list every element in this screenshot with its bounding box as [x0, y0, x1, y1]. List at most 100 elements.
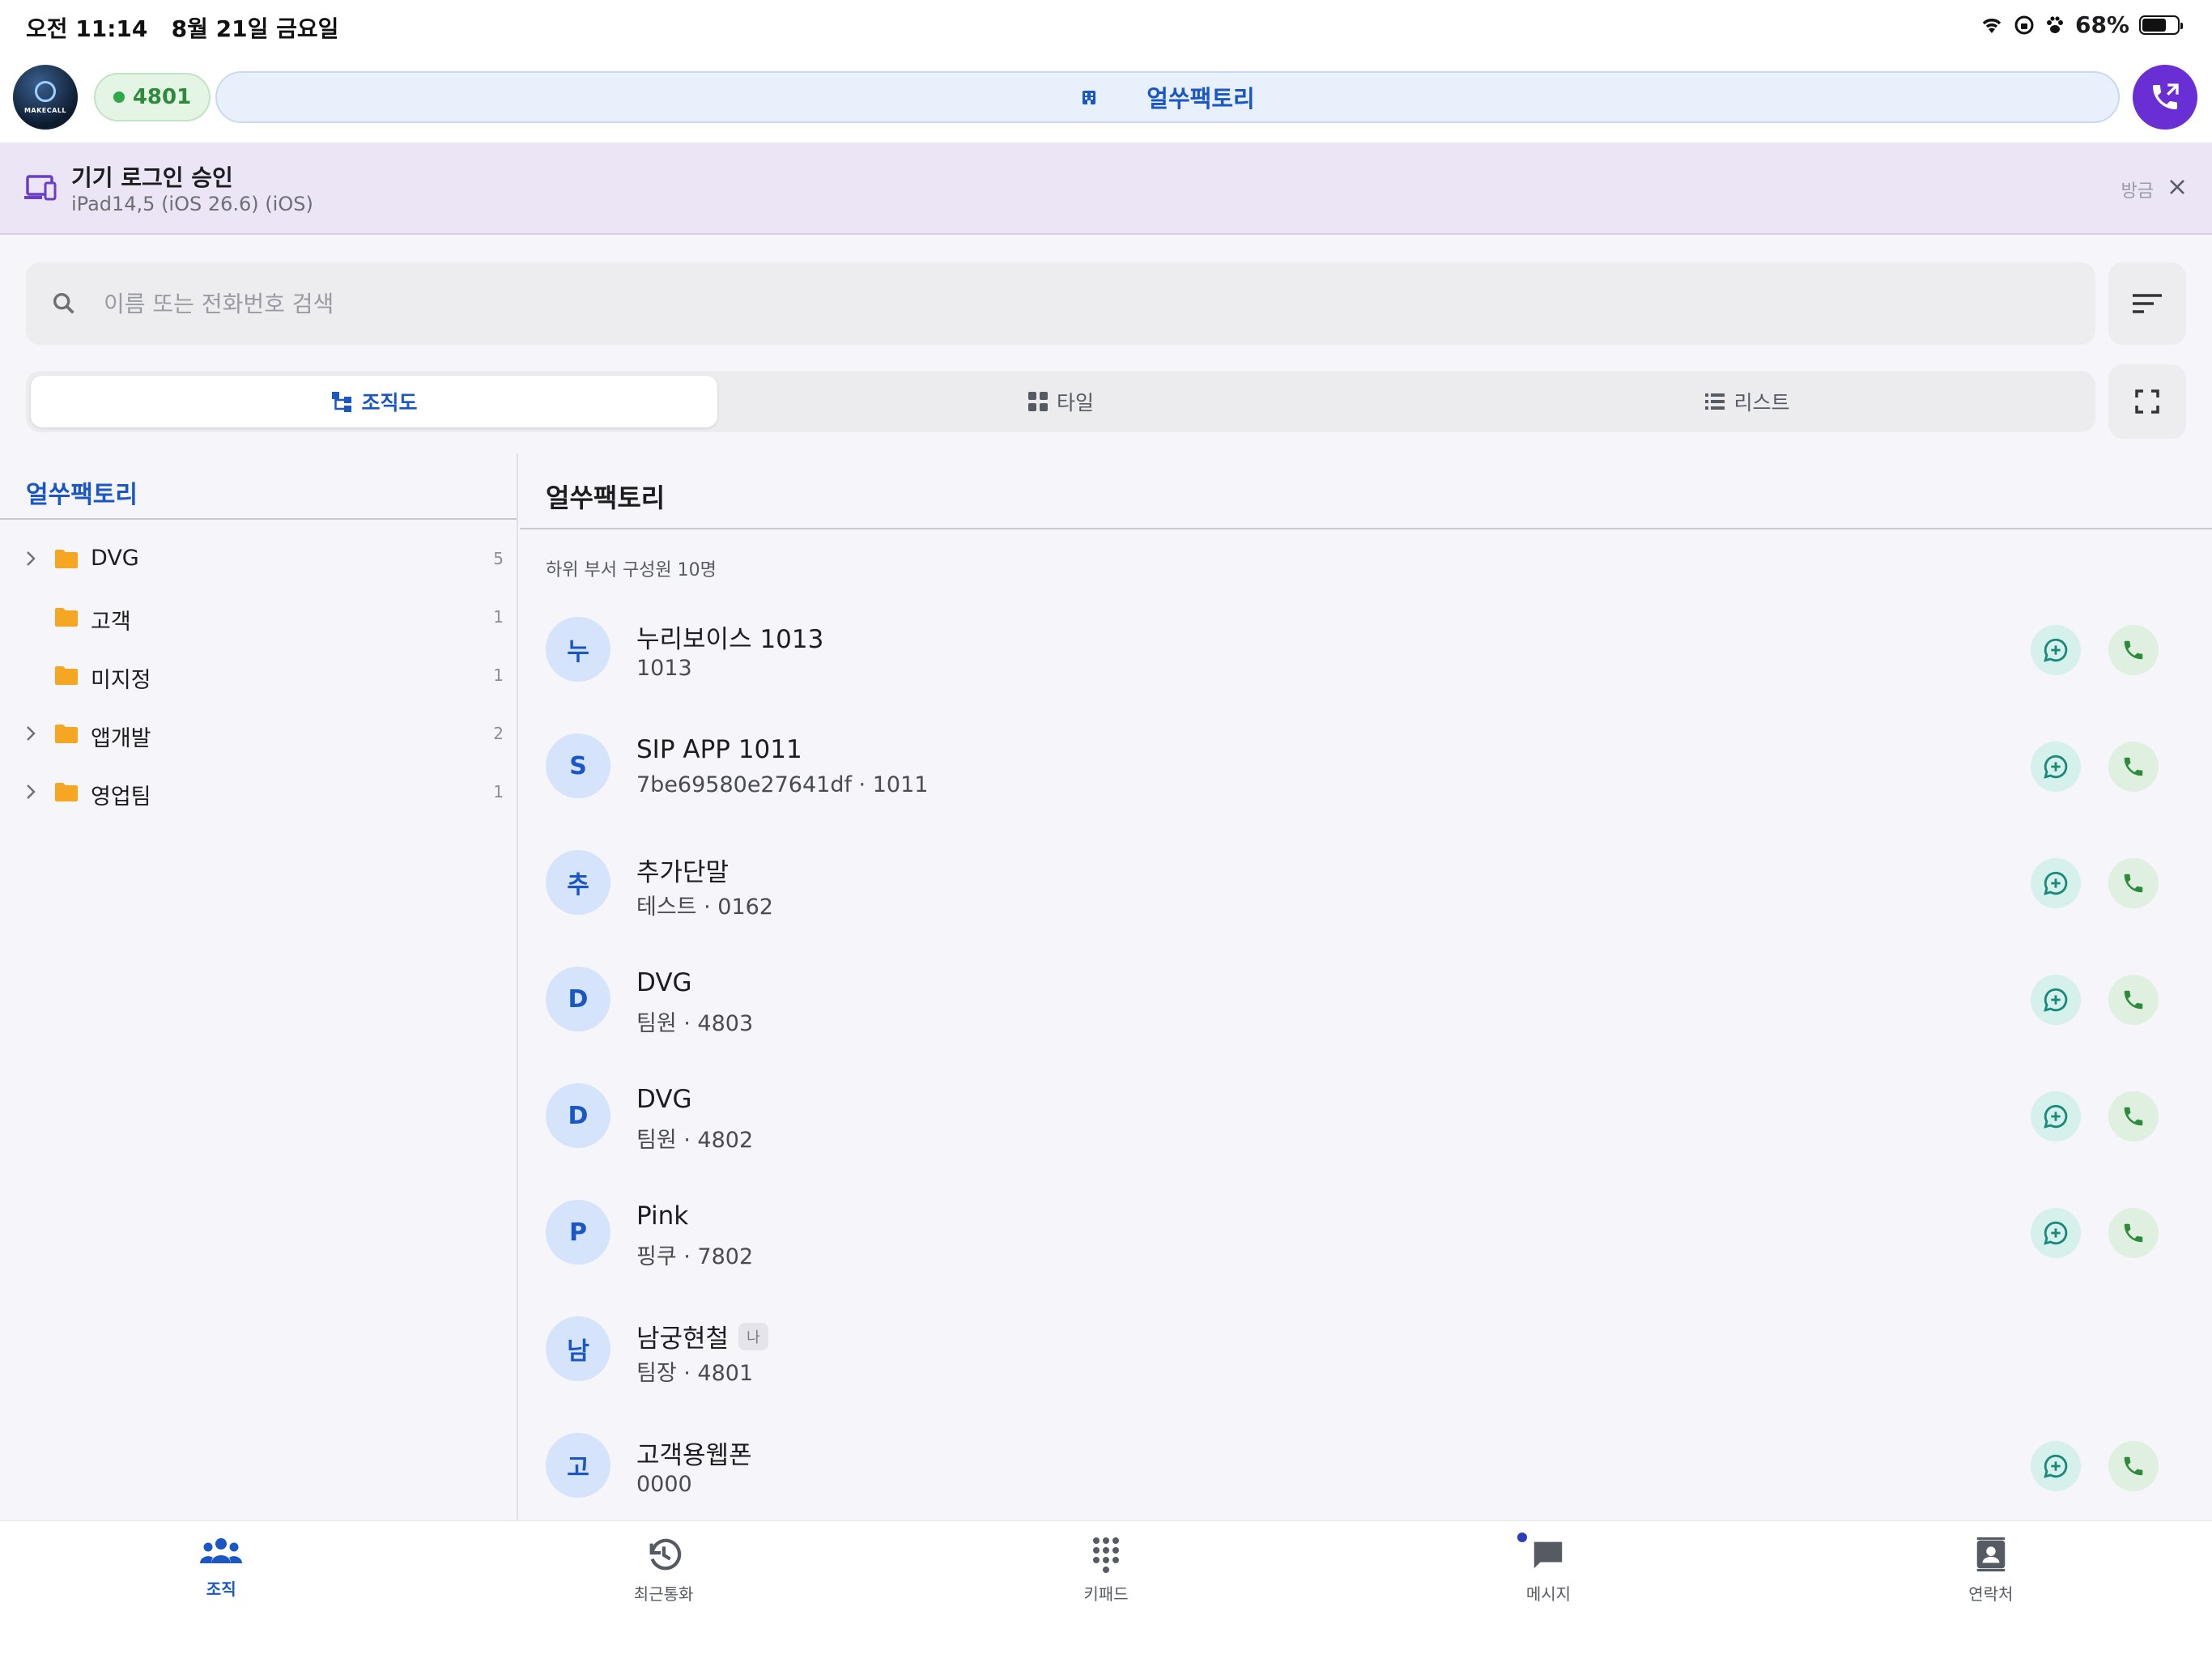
call-button[interactable]: [2108, 1208, 2159, 1258]
nav-organization[interactable]: 조직: [0, 1521, 442, 1658]
member-avatar: S: [546, 733, 610, 798]
call-button[interactable]: [2108, 975, 2159, 1025]
chat-button[interactable]: [2031, 1208, 2081, 1258]
profile-avatar[interactable]: MAKECALL: [13, 65, 78, 130]
devices-icon: [24, 175, 57, 201]
call-forward-button[interactable]: [2133, 65, 2197, 130]
tree-item-sales[interactable]: 영업팀 1: [0, 763, 517, 821]
list-icon: [1705, 393, 1725, 410]
member-subtitle: 0000: [636, 1472, 692, 1497]
phone-icon: [2124, 640, 2143, 660]
member-row[interactable]: 추 추가단말 테스트 · 0162: [520, 824, 2212, 941]
member-subtitle: 팀원 · 4802: [636, 1128, 754, 1153]
chat-button[interactable]: [2031, 1441, 2081, 1491]
member-row[interactable]: D DVG 팀원 · 4803: [520, 941, 2212, 1057]
member-name-text: 남궁현철: [636, 1324, 730, 1354]
company-name: 얼쑤팩토리: [1146, 85, 1255, 113]
history-icon: [649, 1538, 681, 1571]
call-button[interactable]: [2108, 1091, 2159, 1141]
phone-icon: [2124, 1107, 2143, 1126]
banner-close-button[interactable]: [2163, 173, 2191, 201]
extension-badge[interactable]: 4801: [94, 73, 211, 121]
add-chat-icon: [2044, 1221, 2068, 1245]
member-name-text: 누리보이스 1013: [636, 625, 824, 654]
call-button[interactable]: [2108, 625, 2159, 675]
tree-root-label[interactable]: 얼쑤팩토리: [26, 474, 138, 510]
tree-item-label: 영업팀: [91, 784, 151, 810]
member-avatar: D: [546, 967, 610, 1031]
keypad-icon: [1093, 1537, 1120, 1573]
member-name: DVG: [636, 968, 692, 997]
tab-tile-label: 타일: [1056, 391, 1094, 414]
nav-messages[interactable]: 메시지: [1327, 1521, 1769, 1658]
call-button[interactable]: [2108, 1441, 2159, 1491]
call-button[interactable]: [2108, 858, 2159, 908]
sort-button[interactable]: [2108, 262, 2186, 345]
tree-item-app-dev[interactable]: 앱개발 2: [0, 704, 517, 763]
wifi-icon: [1982, 18, 2001, 33]
add-chat-icon: [2044, 1104, 2068, 1129]
member-subtitle: 핑쿠 · 7802: [636, 1244, 754, 1269]
tree-item-customer[interactable]: 고객 1: [0, 588, 517, 646]
folder-icon: [55, 608, 78, 627]
chat-button[interactable]: [2031, 742, 2081, 792]
member-count-label: 하위 부서 구성원 10명: [546, 560, 717, 580]
tab-list[interactable]: 리스트: [1404, 376, 2091, 427]
tab-org-chart[interactable]: 조직도: [31, 376, 717, 427]
nav-contacts[interactable]: 연락처: [1770, 1521, 2212, 1658]
orientation-lock-icon: [2014, 15, 2034, 34]
avatar-brand-text: MAKECALL: [23, 106, 67, 114]
tree-item-unassigned[interactable]: 미지정 1: [0, 646, 517, 704]
member-panel: 얼쑤팩토리 하위 부서 구성원 10명 누 누리보이스 1013 1013 S …: [520, 453, 2212, 1520]
member-avatar: P: [546, 1200, 610, 1265]
tab-org-chart-label: 조직도: [361, 391, 418, 414]
panel-title: 얼쑤팩토리: [546, 483, 666, 513]
tree-item-dvg[interactable]: DVG 5: [0, 529, 517, 588]
chevron-right-icon[interactable]: [24, 782, 37, 801]
chat-button[interactable]: [2031, 1091, 2081, 1141]
call-button[interactable]: [2108, 742, 2159, 792]
app-header: MAKECALL 4801 얼쑤팩토리: [0, 50, 2212, 142]
member-row[interactable]: P Pink 핑쿠 · 7802: [520, 1174, 2212, 1290]
member-row-self[interactable]: 남 남궁현철 나 팀장 · 4801: [520, 1290, 2212, 1407]
member-name: 추가단말: [636, 852, 729, 888]
org-chart-icon: [332, 392, 352, 412]
chat-button[interactable]: [2031, 858, 2081, 908]
tab-list-label: 리스트: [1733, 391, 1790, 414]
member-row[interactable]: 고 고객용웹폰 0000: [520, 1407, 2212, 1524]
tab-tile[interactable]: 타일: [717, 376, 1404, 427]
member-subtitle: 팀장 · 4801: [636, 1361, 754, 1386]
device-login-banner: 기기 로그인 승인 iPad14,5 (iOS 26.6) (iOS) 방금: [0, 142, 2212, 235]
member-row[interactable]: D DVG 팀원 · 4802: [520, 1057, 2212, 1174]
member-row[interactable]: S SIP APP 1011 7be69580e27641df · 1011: [520, 708, 2212, 824]
fullscreen-icon: [2135, 389, 2159, 414]
bottom-nav: 조직 최근통화 키패드 메시지 연락처: [0, 1520, 2212, 1658]
panel-divider: [520, 528, 2212, 529]
chevron-right-icon[interactable]: [24, 549, 37, 568]
building-icon: [1083, 91, 1096, 104]
member-subtitle: 테스트 · 0162: [636, 895, 773, 920]
fullscreen-button[interactable]: [2108, 364, 2186, 439]
status-time: 오전 11:14 8월 21일 금요일: [26, 11, 338, 44]
nav-keypad[interactable]: 키패드: [885, 1521, 1327, 1658]
battery-percent: 68%: [2074, 11, 2129, 38]
company-selector[interactable]: 얼쑤팩토리: [215, 71, 2120, 123]
nav-contacts-label: 연락처: [1968, 1584, 2014, 1604]
member-avatar: 추: [546, 850, 610, 915]
member-name-text: Pink: [636, 1201, 689, 1231]
chat-button[interactable]: [2031, 625, 2081, 675]
chevron-right-icon[interactable]: [24, 724, 37, 743]
member-row[interactable]: 누 누리보이스 1013 1013: [520, 591, 2212, 708]
member-name-text: 추가단말: [636, 858, 730, 887]
banner-time: 방금: [2121, 181, 2154, 202]
search-input[interactable]: [104, 290, 1966, 317]
member-name-text: DVG: [636, 968, 692, 997]
folder-icon: [55, 725, 78, 743]
nav-recent-calls[interactable]: 최근통화: [442, 1521, 884, 1658]
phone-icon: [2124, 990, 2143, 1010]
member-name: 누리보이스 1013: [636, 619, 823, 655]
member-name: DVG: [636, 1085, 692, 1114]
phone-icon: [2124, 1456, 2143, 1476]
chat-button[interactable]: [2031, 975, 2081, 1025]
online-status-dot: [113, 91, 125, 103]
